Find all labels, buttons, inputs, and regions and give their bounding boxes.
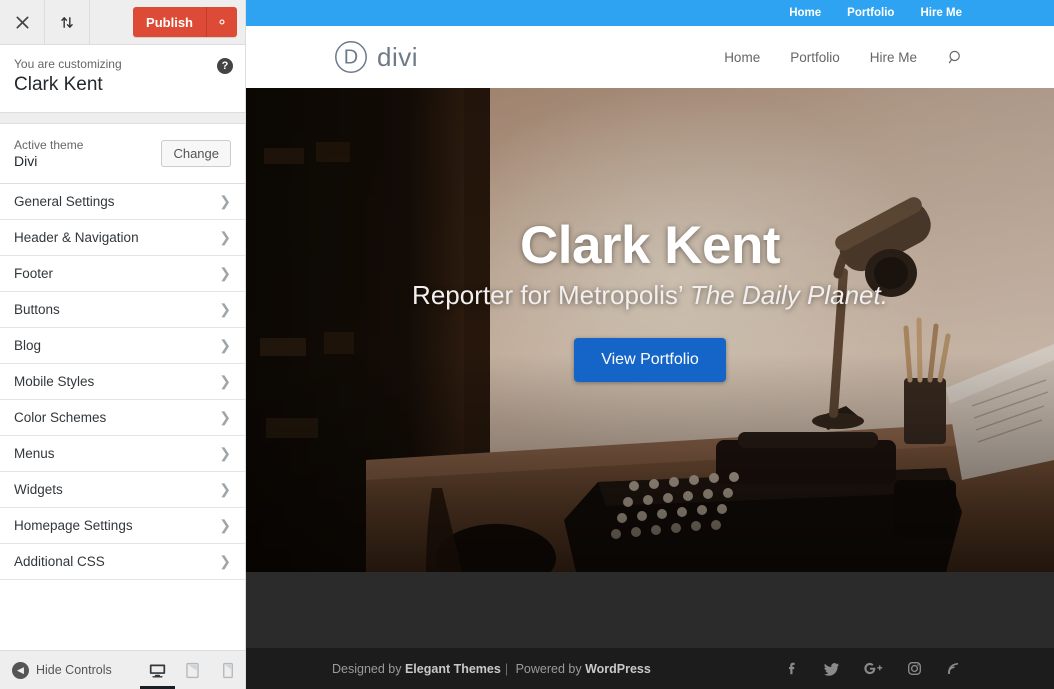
nav-link-portfolio[interactable]: Portfolio bbox=[790, 50, 840, 65]
sidebar-item-label: Widgets bbox=[14, 481, 63, 497]
page-title: Clark Kent bbox=[14, 74, 103, 95]
gear-icon[interactable] bbox=[207, 7, 237, 37]
customizer-sidebar: Publish You are customizing Clark Kent ?… bbox=[0, 0, 246, 689]
sidebar-item-label: General Settings bbox=[14, 193, 115, 209]
publish-button[interactable]: Publish bbox=[133, 7, 207, 37]
site-preview: Home Portfolio Hire Me D divi Home Portf… bbox=[246, 0, 1054, 689]
hero-subtitle-prefix: Reporter for Metropolis’ bbox=[412, 279, 690, 310]
sidebar-item-homepage-settings[interactable]: Homepage Settings ❯ bbox=[0, 507, 245, 544]
site-footer: Designed by Elegant Themes | Powered by W… bbox=[246, 648, 1054, 689]
customizer-app: Publish You are customizing Clark Kent ?… bbox=[0, 0, 1054, 689]
instagram-icon[interactable] bbox=[906, 660, 923, 677]
chevron-right-icon: ❯ bbox=[219, 193, 231, 210]
admin-bar-link-portfolio[interactable]: Portfolio bbox=[847, 7, 894, 19]
chevron-right-icon: ❯ bbox=[219, 373, 231, 390]
chevron-right-icon: ❯ bbox=[219, 445, 231, 462]
site-header: D divi Home Portfolio Hire Me bbox=[246, 26, 1054, 88]
hero-subtitle: Reporter for Metropolis’ The Daily Plane… bbox=[412, 280, 888, 311]
change-theme-button[interactable]: Change bbox=[161, 139, 231, 167]
sidebar-item-label: Color Schemes bbox=[14, 409, 107, 425]
hero-subtitle-publication: The Daily Planet. bbox=[689, 279, 888, 310]
active-theme-name: Divi bbox=[14, 152, 38, 169]
customizing-subtitle: You are customizing bbox=[14, 57, 122, 71]
sidebar-item-label: Mobile Styles bbox=[14, 373, 95, 389]
divi-logo-mark: D bbox=[335, 41, 367, 73]
footer-social-links bbox=[784, 660, 962, 678]
chevron-right-icon: ❯ bbox=[219, 553, 231, 570]
site-navigation: Home Portfolio Hire Me bbox=[724, 49, 964, 66]
chevron-right-icon: ❯ bbox=[219, 229, 231, 246]
close-icon[interactable] bbox=[0, 0, 45, 44]
chevron-right-icon: ❯ bbox=[219, 301, 231, 318]
site-logo-text: divi bbox=[377, 41, 419, 72]
customizer-sections: General Settings ❯ Header & Navigation ❯… bbox=[0, 183, 245, 650]
footer-credit-brand[interactable]: Elegant Themes bbox=[405, 662, 501, 676]
collapse-expand-icon[interactable] bbox=[45, 0, 90, 44]
desktop-icon[interactable] bbox=[140, 651, 175, 689]
sidebar-item-label: Additional CSS bbox=[14, 553, 105, 569]
customizer-topbar: Publish bbox=[0, 0, 245, 45]
hide-controls-label: Hide Controls bbox=[36, 663, 112, 677]
device-preview-toggles bbox=[140, 651, 245, 689]
footer-credit-prefix: Designed by bbox=[332, 661, 405, 676]
customizing-info: You are customizing Clark Kent ? bbox=[0, 45, 245, 113]
search-icon[interactable] bbox=[947, 49, 964, 66]
publish-area: Publish bbox=[133, 0, 245, 44]
active-theme-label: Active theme bbox=[14, 137, 84, 152]
sidebar-item-label: Buttons bbox=[14, 301, 60, 317]
footer-credit: Designed by Elegant Themes | Powered by W… bbox=[332, 662, 651, 676]
sidebar-item-buttons[interactable]: Buttons ❯ bbox=[0, 291, 245, 328]
sidebar-item-footer[interactable]: Footer ❯ bbox=[0, 255, 245, 292]
sidebar-item-widgets[interactable]: Widgets ❯ bbox=[0, 471, 245, 508]
sidebar-item-menus[interactable]: Menus ❯ bbox=[0, 435, 245, 472]
google-plus-icon[interactable] bbox=[863, 660, 884, 677]
rss-icon[interactable] bbox=[945, 660, 962, 677]
sidebar-item-general-settings[interactable]: General Settings ❯ bbox=[0, 183, 245, 220]
nav-link-hire-me[interactable]: Hire Me bbox=[870, 50, 917, 65]
chevron-right-icon: ❯ bbox=[219, 517, 231, 534]
admin-bar-link-hire-me[interactable]: Hire Me bbox=[920, 7, 962, 19]
sidebar-item-label: Footer bbox=[14, 265, 54, 281]
footer-credit-mid: Powered by bbox=[512, 661, 586, 676]
twitter-icon[interactable] bbox=[823, 660, 841, 678]
sidebar-item-additional-css[interactable]: Additional CSS ❯ bbox=[0, 543, 245, 580]
sidebar-item-label: Homepage Settings bbox=[14, 517, 133, 533]
facebook-icon[interactable] bbox=[784, 660, 801, 677]
svg-text:D: D bbox=[344, 47, 358, 69]
sidebar-item-color-schemes[interactable]: Color Schemes ❯ bbox=[0, 399, 245, 436]
publish-group: Publish bbox=[133, 7, 237, 37]
sidebar-item-header-navigation[interactable]: Header & Navigation ❯ bbox=[0, 219, 245, 256]
customizer-bottom-bar: ◀ Hide Controls bbox=[0, 650, 245, 689]
wp-admin-bar: Home Portfolio Hire Me bbox=[246, 0, 1054, 26]
site-logo[interactable]: D divi bbox=[332, 38, 418, 76]
nav-link-home[interactable]: Home bbox=[724, 50, 760, 65]
active-theme-row: Active theme Divi Change bbox=[0, 122, 245, 184]
collapse-arrow-icon: ◀ bbox=[12, 661, 29, 679]
sidebar-item-mobile-styles[interactable]: Mobile Styles ❯ bbox=[0, 363, 245, 400]
chevron-right-icon: ❯ bbox=[219, 481, 231, 498]
chevron-right-icon: ❯ bbox=[219, 265, 231, 282]
hero-title: Clark Kent bbox=[519, 216, 781, 276]
admin-bar-link-home[interactable]: Home bbox=[789, 7, 821, 19]
help-icon[interactable]: ? bbox=[217, 58, 233, 74]
footer-credit-separator: | bbox=[504, 661, 509, 676]
hide-controls-button[interactable]: ◀ Hide Controls bbox=[0, 661, 112, 679]
view-portfolio-button[interactable]: View Portfolio bbox=[574, 337, 726, 382]
content-band bbox=[246, 572, 1054, 648]
tablet-icon[interactable] bbox=[175, 651, 210, 689]
chevron-right-icon: ❯ bbox=[219, 409, 231, 426]
hero-content: Clark Kent Reporter for Metropolis’ The … bbox=[246, 88, 1054, 572]
sidebar-item-label: Header & Navigation bbox=[14, 229, 139, 245]
footer-credit-platform[interactable]: WordPress bbox=[585, 662, 651, 676]
hero-section: Clark Kent Reporter for Metropolis’ The … bbox=[246, 88, 1054, 572]
sidebar-item-blog[interactable]: Blog ❯ bbox=[0, 327, 245, 364]
mobile-icon[interactable] bbox=[210, 651, 245, 689]
sidebar-item-label: Blog bbox=[14, 337, 42, 353]
chevron-right-icon: ❯ bbox=[219, 337, 231, 354]
active-theme-text: Active theme Divi bbox=[14, 138, 83, 169]
sidebar-item-label: Menus bbox=[14, 445, 55, 461]
